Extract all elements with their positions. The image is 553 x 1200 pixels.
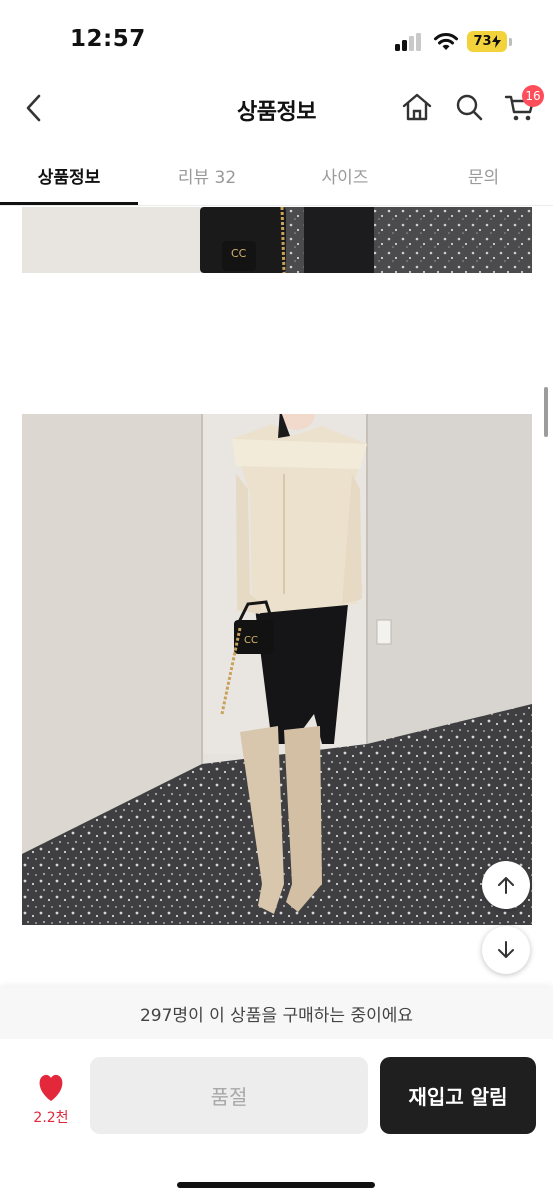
battery-cap xyxy=(509,38,512,46)
svg-text:CC: CC xyxy=(231,247,247,260)
battery-level: 73 xyxy=(473,34,492,49)
scroll-to-top-button[interactable] xyxy=(482,861,530,909)
charging-bolt-icon xyxy=(491,35,501,48)
heart-icon xyxy=(39,1074,63,1101)
like-button[interactable]: 2.2천 xyxy=(25,1069,77,1129)
home-icon[interactable] xyxy=(400,90,434,124)
buying-now-notice: 297명이 이 상품을 구매하는 중이에요 xyxy=(0,987,553,1039)
arrow-up-icon xyxy=(498,877,514,894)
restock-alert-button[interactable]: 재입고 알림 xyxy=(380,1057,536,1134)
product-photo-top: CC xyxy=(22,207,532,273)
tab-size[interactable]: 사이즈 xyxy=(276,146,414,204)
purchase-bar: 297명이 이 상품을 구매하는 중이에요 2.2천 품절 재입고 알림 xyxy=(0,987,553,1200)
tab-product-info[interactable]: 상품정보 xyxy=(0,146,138,204)
status-time: 12:57 xyxy=(70,26,146,52)
tab-inquiry[interactable]: 문의 xyxy=(414,146,553,204)
arrow-down-icon xyxy=(498,941,514,958)
wifi-icon xyxy=(434,33,458,50)
scrollbar[interactable] xyxy=(544,387,548,437)
status-bar: 12:57 73 xyxy=(0,0,553,80)
svg-text:CC: CC xyxy=(244,635,258,646)
top-navigation: 상품정보 xyxy=(0,80,553,138)
active-tab-indicator xyxy=(0,202,138,205)
battery-indicator: 73 xyxy=(467,31,507,52)
product-detail-screen: 12:57 73 상품정보 16 상품정보 리뷰 32 사이즈 문의 CC CC… xyxy=(0,0,553,1200)
like-count: 2.2천 xyxy=(33,1110,69,1126)
sold-out-button[interactable]: 품절 xyxy=(90,1057,368,1134)
search-icon[interactable] xyxy=(452,90,486,124)
tab-bar: 상품정보 리뷰 32 사이즈 문의 xyxy=(0,146,553,206)
product-photo-main: CC xyxy=(22,414,532,925)
home-indicator[interactable] xyxy=(177,1182,375,1188)
cart-count-badge: 16 xyxy=(522,85,544,107)
tab-reviews[interactable]: 리뷰 32 xyxy=(138,146,276,204)
scroll-to-bottom-button[interactable] xyxy=(482,926,530,974)
cellular-signal-icon xyxy=(395,33,425,51)
